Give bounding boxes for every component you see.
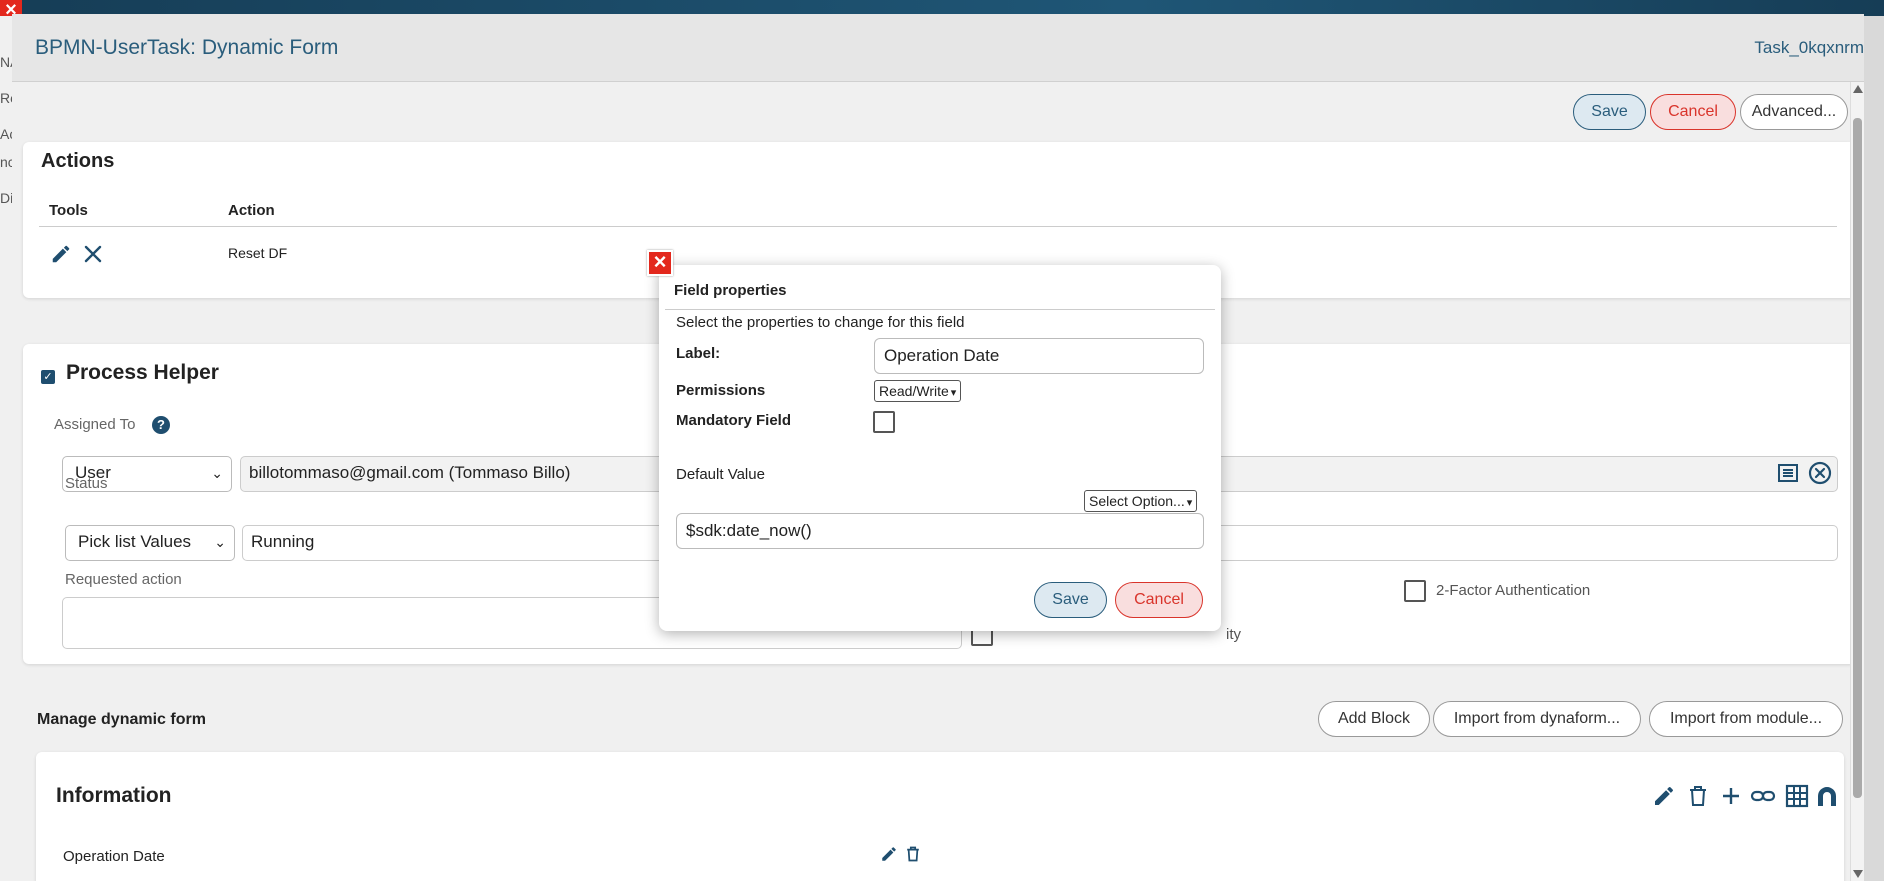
background-text-fragment: Ac xyxy=(0,126,12,142)
edit-icon[interactable] xyxy=(880,845,898,868)
save-button[interactable]: Save xyxy=(1573,94,1646,130)
scroll-up-arrow-icon[interactable] xyxy=(1853,85,1863,93)
chevron-down-icon: ▾ xyxy=(950,387,957,399)
divider xyxy=(665,309,1215,310)
task-id: Task_0kqxnrm xyxy=(1754,38,1864,57)
mandatory-field-checkbox[interactable] xyxy=(873,411,895,433)
label-field-label: Label: xyxy=(676,345,721,362)
table-grid-icon[interactable] xyxy=(1785,784,1809,813)
table-divider xyxy=(39,226,1837,227)
field-label: Operation Date xyxy=(63,848,165,865)
background-text-fragment: Re xyxy=(0,90,12,106)
status-type-select[interactable]: Pick list Values ⌄ xyxy=(65,525,235,561)
scrollbar[interactable] xyxy=(1850,82,1864,881)
dialog-save-button[interactable]: Save xyxy=(1034,582,1107,618)
dialog-title: Field properties xyxy=(674,282,787,299)
status-label: Status xyxy=(65,475,108,492)
delete-x-icon[interactable] xyxy=(84,245,102,268)
trash-icon[interactable] xyxy=(905,845,921,868)
list-icon[interactable] xyxy=(1777,462,1799,489)
assigned-to-label: Assigned To xyxy=(54,416,136,433)
select-option-value: Select Option... xyxy=(1089,493,1185,509)
two-factor-checkbox[interactable] xyxy=(1404,580,1426,602)
magnet-icon[interactable] xyxy=(1815,786,1839,813)
plus-icon[interactable] xyxy=(1720,784,1742,813)
column-header-tools: Tools xyxy=(49,202,88,219)
help-icon[interactable]: ? xyxy=(152,416,170,434)
default-value-label: Default Value xyxy=(676,466,765,483)
permissions-value: Read/Write xyxy=(879,383,949,399)
advanced-button[interactable]: Advanced... xyxy=(1740,94,1848,130)
chevron-down-icon: ⌄ xyxy=(214,534,226,550)
manage-dynamic-form-title: Manage dynamic form xyxy=(37,711,206,728)
close-icon[interactable]: × xyxy=(647,250,673,276)
cancel-button[interactable]: Cancel xyxy=(1650,94,1736,130)
actions-title: Actions xyxy=(41,150,115,172)
chevron-down-icon: ⌄ xyxy=(211,465,223,481)
permissions-select[interactable]: Read/Write ▾ xyxy=(874,380,962,402)
default-value-input-value: $sdk:date_now() xyxy=(686,521,812,540)
modal-title: BPMN-UserTask: Dynamic Form xyxy=(35,36,339,59)
background-text-fragment: NA xyxy=(0,54,12,70)
information-title: Information xyxy=(56,784,172,807)
label-input-value: Operation Date xyxy=(884,346,1000,365)
process-helper-title: Process Helper xyxy=(66,361,219,384)
edit-icon[interactable] xyxy=(50,243,72,270)
link-icon[interactable] xyxy=(1750,785,1776,812)
scroll-thumb[interactable] xyxy=(1853,118,1862,798)
mandatory-field-label: Mandatory Field xyxy=(676,412,792,429)
column-header-action: Action xyxy=(228,202,275,219)
select-option-dropdown[interactable]: Select Option... ▾ xyxy=(1084,490,1198,512)
edit-icon[interactable] xyxy=(1652,784,1676,813)
assignee-value: billotommaso@gmail.com (Tommaso Billo) xyxy=(249,463,571,482)
scroll-down-arrow-icon[interactable] xyxy=(1853,870,1863,878)
field-properties-dialog: Field properties Select the properties t… xyxy=(659,265,1221,631)
clear-circle-x-icon[interactable] xyxy=(1808,461,1832,490)
dialog-subtitle: Select the properties to change for this… xyxy=(676,314,965,331)
background-text-fragment: Di xyxy=(0,190,12,206)
requested-action-label: Requested action xyxy=(65,571,182,588)
chevron-down-icon: ▾ xyxy=(1186,497,1193,509)
status-type-value: Pick list Values xyxy=(78,532,192,551)
background-text-fragment: nc xyxy=(0,154,12,170)
action-cell: Reset DF xyxy=(228,245,288,261)
label-input[interactable]: Operation Date xyxy=(874,338,1204,374)
information-block: Information Operation Date xyxy=(36,752,1844,881)
default-value-input[interactable]: $sdk:date_now() xyxy=(676,513,1204,549)
import-from-module-button[interactable]: Import from module... xyxy=(1649,701,1843,737)
modal-header: BPMN-UserTask: Dynamic Form Task_0kqxnrm xyxy=(12,14,1864,82)
status-value: Running xyxy=(251,532,315,551)
process-helper-checkbox[interactable]: ✓ xyxy=(41,370,55,384)
dialog-cancel-button[interactable]: Cancel xyxy=(1115,582,1203,618)
add-block-button[interactable]: Add Block xyxy=(1318,701,1430,737)
partial-label: ity xyxy=(1226,626,1241,643)
import-from-dynaform-button[interactable]: Import from dynaform... xyxy=(1433,701,1641,737)
two-factor-label: 2-Factor Authentication xyxy=(1436,582,1591,599)
trash-icon[interactable] xyxy=(1687,784,1709,813)
permissions-label: Permissions xyxy=(676,382,766,399)
background-app-strip: NA Re Ac nc Di xyxy=(0,16,12,881)
